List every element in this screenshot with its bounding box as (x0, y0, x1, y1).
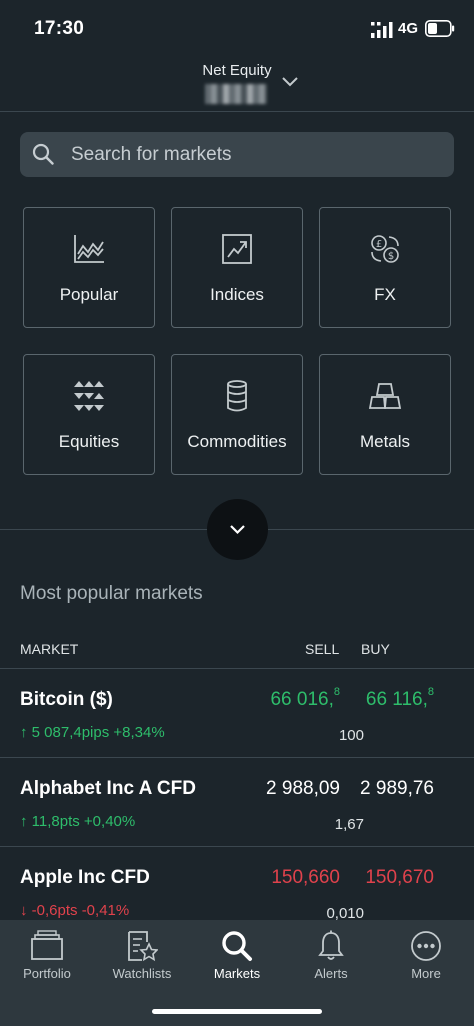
line-chart-icon (74, 235, 104, 263)
market-row-alphabet[interactable]: Alphabet Inc A CFD ↑ 11,8pts +0,40% 2 98… (0, 758, 474, 847)
market-row-bitcoin[interactable]: Bitcoin ($) ↑ 5 087,4pips +8,34% 66 016,… (0, 669, 474, 758)
category-commodities[interactable]: Commodities (171, 354, 303, 475)
market-name: Bitcoin ($) (20, 689, 113, 710)
sell-price-main: 150,660 (271, 867, 340, 888)
market-spread: 100 (338, 727, 364, 744)
search-icon (32, 143, 54, 165)
category-label: Metals (359, 432, 411, 451)
status-time: 17:30 (34, 18, 85, 39)
market-change: ↑ 5 087,4pips +8,34% (20, 724, 165, 741)
category-fx[interactable]: £ $ FX (319, 207, 451, 328)
sell-price-main: 66 016, (270, 689, 334, 710)
svg-text:$: $ (388, 251, 394, 262)
buy-price-main: 150,670 (365, 867, 434, 888)
section-title: Most popular markets (20, 583, 203, 604)
category-equities[interactable]: Equities (23, 354, 155, 475)
expand-categories-button[interactable] (207, 499, 268, 560)
trend-up-icon (222, 234, 252, 264)
sell-price[interactable]: 150,660 (271, 867, 340, 889)
category-label: FX (374, 285, 396, 304)
market-change: ↓ -0,6pts -0,41% (20, 902, 130, 919)
nav-alerts[interactable]: Alerts (284, 920, 378, 990)
column-header-sell: SELL (305, 641, 340, 657)
bell-icon (318, 930, 344, 960)
net-equity-label: Net Equity (202, 62, 272, 79)
chevron-down-icon[interactable] (281, 76, 299, 88)
status-bar: 17:30 4G (0, 0, 474, 58)
signal-icon (371, 22, 393, 38)
net-equity-header[interactable]: Net Equity (0, 58, 474, 112)
category-indices[interactable]: Indices (171, 207, 303, 328)
buy-price[interactable]: 2 989,76 (360, 778, 434, 800)
sell-price-sup: 8 (333, 686, 340, 698)
sell-price[interactable]: 2 988,09 (266, 778, 340, 800)
buy-price[interactable]: 66 116,8 (365, 686, 434, 711)
nav-portfolio[interactable]: Portfolio (0, 920, 94, 990)
nav-markets[interactable]: Markets (190, 920, 284, 990)
column-header-buy: BUY (361, 641, 390, 657)
nav-label: Watchlists (112, 966, 172, 981)
more-icon (411, 931, 441, 961)
category-popular[interactable]: Popular (23, 207, 155, 328)
nav-label: Alerts (314, 966, 348, 981)
nav-label: Portfolio (23, 966, 71, 981)
search-icon (222, 931, 252, 961)
category-label: Indices (210, 285, 264, 304)
portfolio-icon (31, 930, 63, 960)
search-input[interactable]: Search for markets (20, 132, 454, 177)
svg-text:£: £ (376, 239, 382, 250)
currency-exchange-icon: £ $ (371, 235, 399, 263)
column-header-market: MARKET (20, 641, 79, 657)
nav-more[interactable]: More (379, 920, 473, 990)
buy-price-main: 66 116, (365, 689, 428, 710)
market-name: Apple Inc CFD (20, 867, 150, 888)
buy-price-sup: 8 (427, 686, 434, 698)
nav-label: Markets (213, 966, 261, 981)
market-change: ↑ 11,8pts +0,40% (20, 813, 136, 830)
home-indicator (152, 1009, 322, 1014)
nav-label: More (411, 966, 441, 981)
buy-price[interactable]: 150,670 (365, 867, 434, 889)
category-metals[interactable]: Metals (319, 354, 451, 475)
sell-price-main: 2 988,09 (266, 778, 340, 799)
barrel-icon (227, 380, 247, 412)
up-down-arrows-icon (74, 381, 104, 411)
category-label: Equities (58, 432, 120, 451)
search-placeholder: Search for markets (71, 144, 232, 165)
buy-price-main: 2 989,76 (360, 778, 434, 799)
category-label: Popular (59, 285, 119, 304)
gold-bars-icon (368, 383, 402, 409)
market-name: Alphabet Inc A CFD (20, 778, 196, 799)
battery-icon (425, 20, 455, 37)
net-equity-value-blurred (205, 84, 267, 104)
nav-watchlists[interactable]: Watchlists (95, 920, 189, 990)
sell-price[interactable]: 66 016,8 (270, 686, 340, 711)
watchlist-icon (128, 931, 158, 962)
chevron-down-icon (230, 525, 245, 535)
market-spread: 1,67 (334, 816, 364, 833)
category-label: Commodities (187, 432, 287, 451)
network-label: 4G (398, 20, 419, 37)
